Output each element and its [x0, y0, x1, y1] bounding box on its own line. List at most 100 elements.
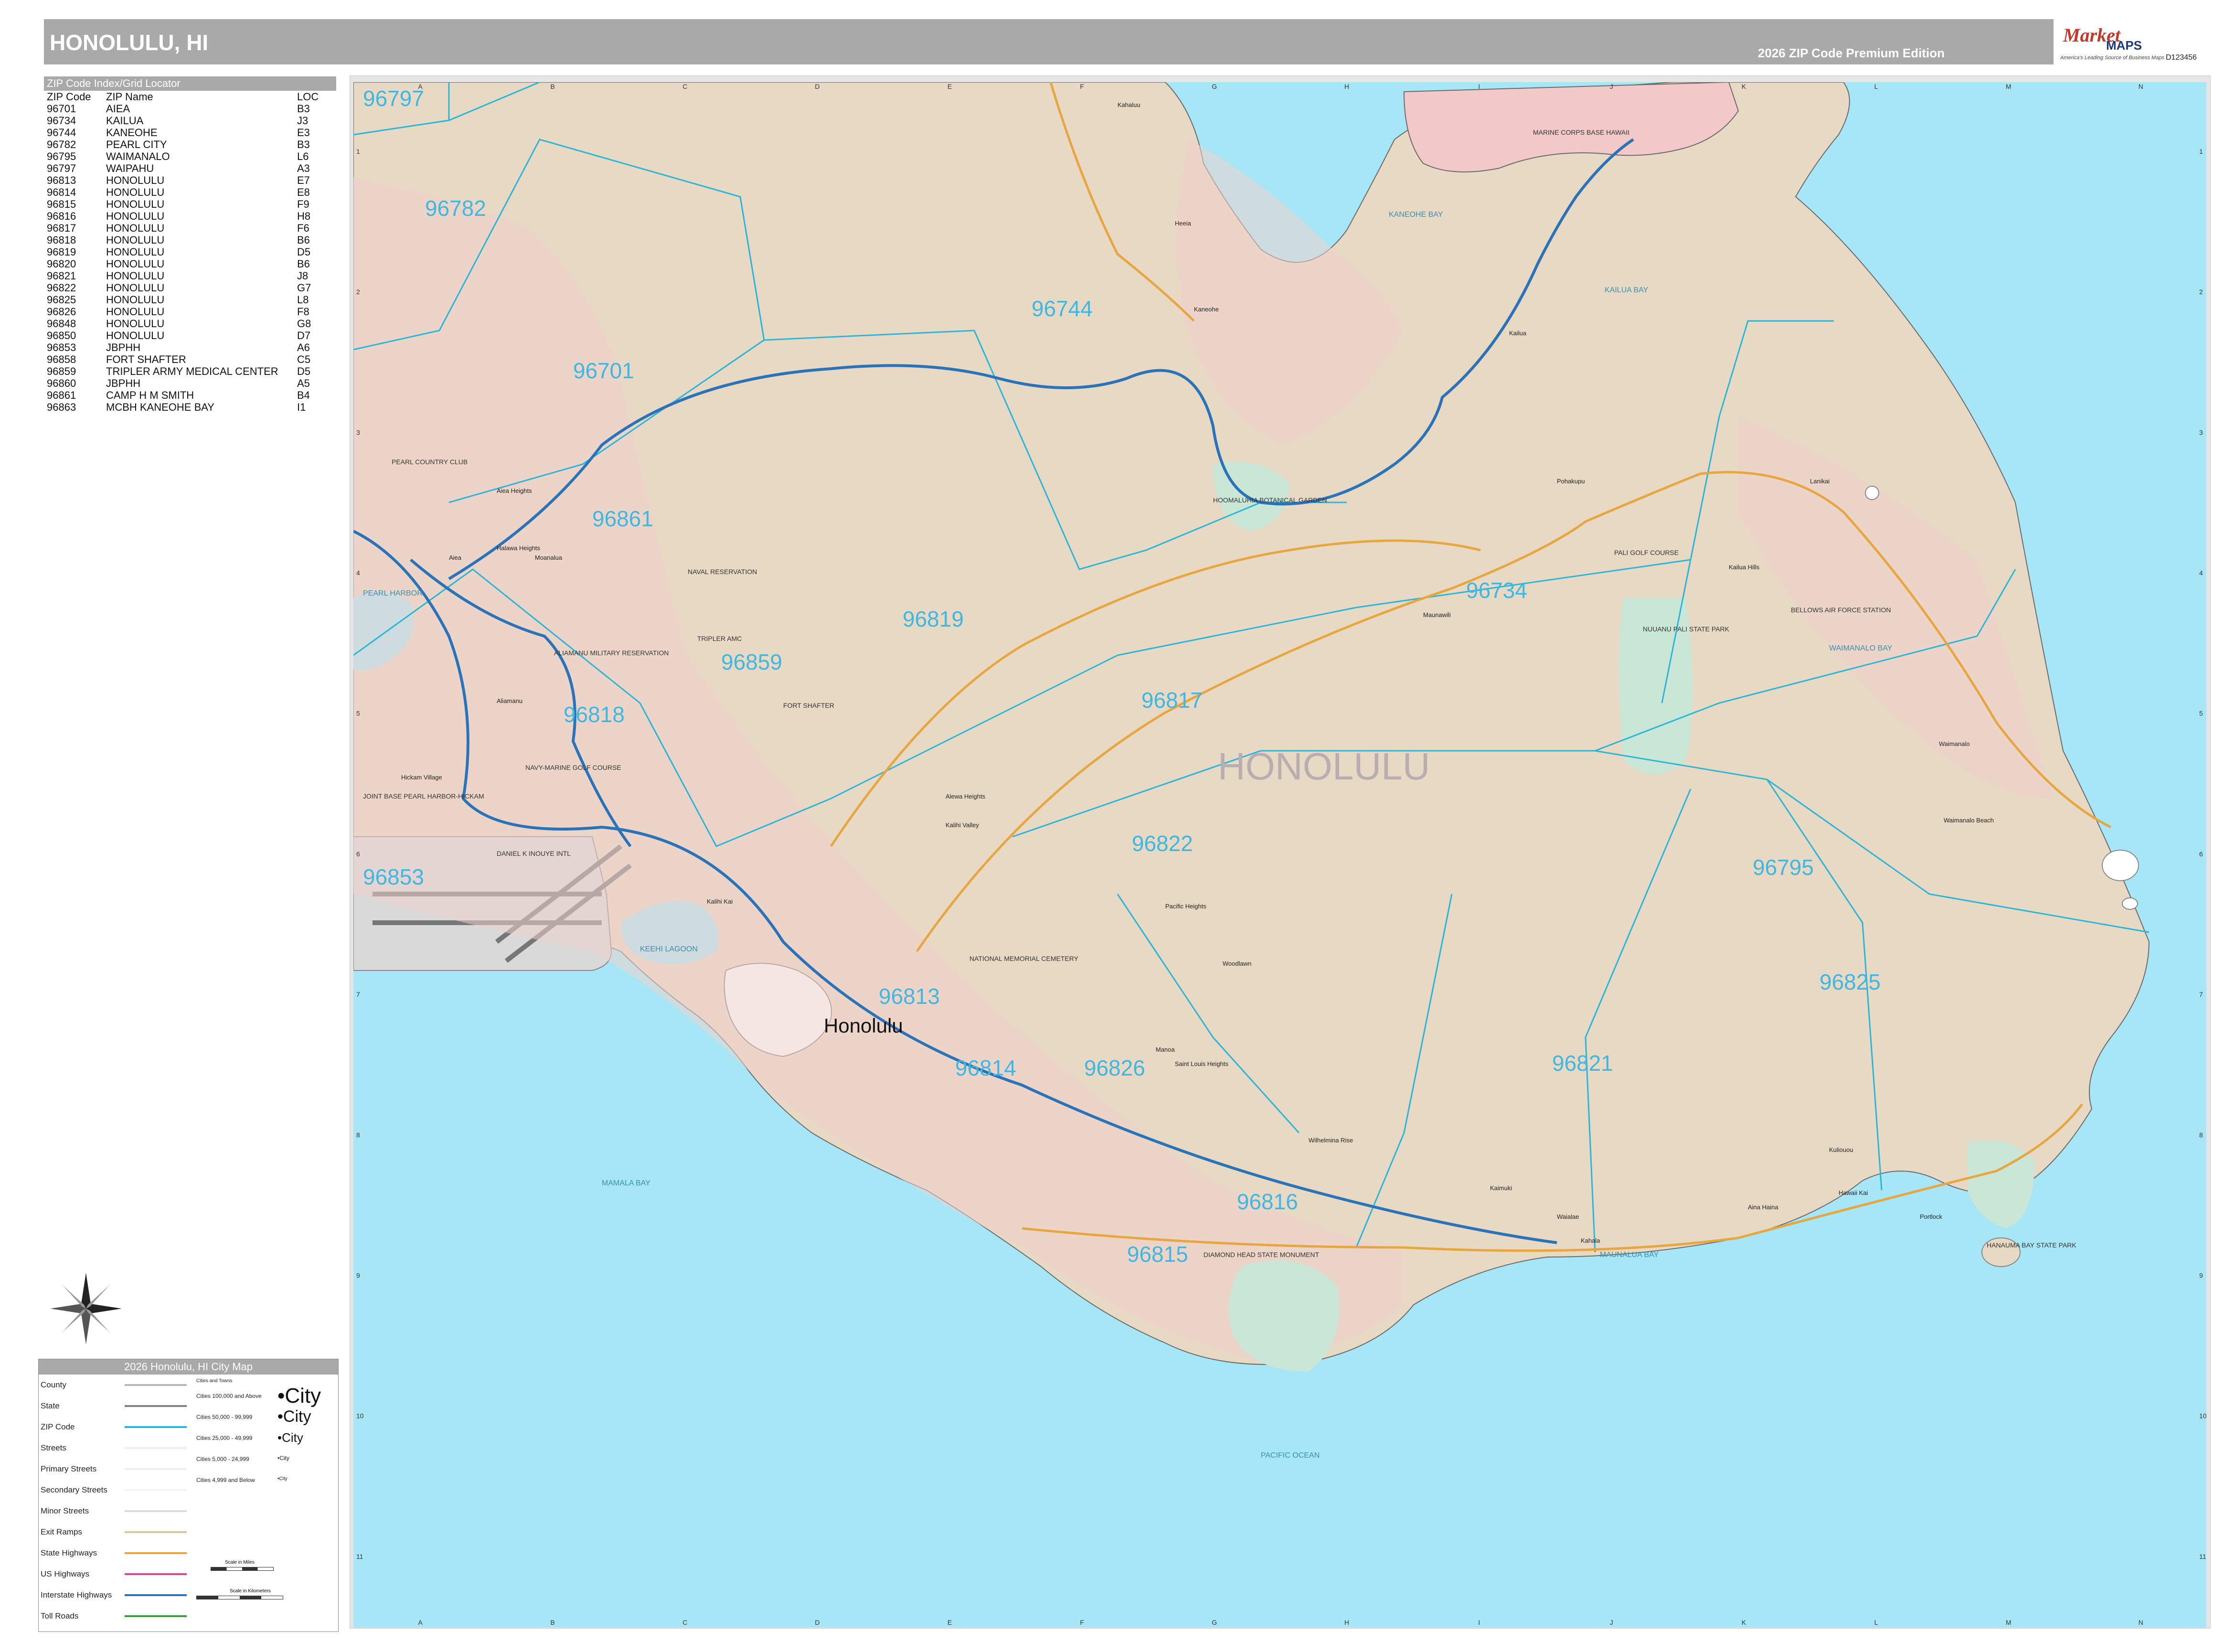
- feature-label: HANAUMA BAY STATE PARK: [1987, 1241, 2076, 1249]
- grid-loc-cell: L6: [297, 150, 309, 162]
- legend-item-label: Interstate Highways: [41, 1590, 112, 1599]
- zip-index-row: 96817 HONOLULU F6: [44, 222, 336, 234]
- grid-loc-cell: D5: [297, 365, 311, 377]
- legend-item-swatch: [125, 1447, 187, 1449]
- zip-label: 96734: [1466, 578, 1527, 603]
- island: [2122, 897, 2138, 910]
- city-class-sample: •City: [277, 1430, 303, 1445]
- feature-label: JOINT BASE PEARL HARBOR-HICKAM: [363, 792, 484, 800]
- zip-label: 96782: [425, 196, 486, 221]
- feature-label: PEARL COUNTRY CLUB: [392, 458, 468, 466]
- feature-label: BELLOWS AIR FORCE STATION: [1791, 606, 1891, 614]
- grid-loc-cell: G8: [297, 318, 311, 330]
- grid-loc-cell: F9: [297, 198, 309, 210]
- grid-column-label: C: [682, 83, 687, 90]
- zip-name-cell: HONOLULU: [106, 306, 165, 318]
- zip-index-row: 96853 JBPHH A6: [44, 341, 336, 353]
- legend-item-swatch: [125, 1531, 187, 1533]
- zip-label: 96826: [1084, 1055, 1145, 1080]
- zip-code-cell: 96858: [47, 353, 76, 365]
- zip-name-cell: HONOLULU: [106, 210, 165, 222]
- zip-code-cell: 96816: [47, 210, 76, 222]
- zip-code-cell: 96782: [47, 139, 76, 150]
- zip-code-cell: 96825: [47, 294, 76, 306]
- city-class-sample: •City: [277, 1384, 321, 1407]
- zip-index-row: 96825 HONOLULU L8: [44, 294, 336, 306]
- map-legend: 2026 Honolulu, HI City Map County State ZI…: [38, 1359, 339, 1632]
- grid-loc-cell: B3: [297, 103, 310, 115]
- legend-item-label: County: [41, 1380, 66, 1389]
- city-class-sample: •City: [277, 1455, 289, 1461]
- grid-row-label: 9: [2199, 1271, 2203, 1279]
- grid-row-label: 1: [2199, 148, 2203, 155]
- grid-column-label: I: [1478, 1619, 1480, 1626]
- zip-index-rows: 96701 AIEA B3 96734 KAILUA J3 96744 KANEOHE E3 96…: [44, 103, 336, 413]
- city-class-label: Cities 25,000 - 49,999: [196, 1435, 253, 1441]
- place-label: Kahaluu: [1118, 101, 1140, 108]
- place-label: Hawaii Kai: [1839, 1189, 1868, 1196]
- island: [2102, 850, 2139, 881]
- city-class-sample: •City: [277, 1407, 311, 1426]
- zip-index-row: 96858 FORT SHAFTER C5: [44, 353, 336, 365]
- grid-column-label: H: [1344, 1619, 1349, 1626]
- legend-title: 2026 Honolulu, HI City Map: [39, 1359, 338, 1375]
- grid-loc-cell: D5: [297, 246, 311, 258]
- document-id: D123456: [2166, 53, 2197, 62]
- grid-row-label: 11: [356, 1553, 363, 1560]
- legend-item-swatch: [125, 1384, 187, 1386]
- grid-column-label: F: [1080, 1619, 1084, 1626]
- legend-item-label: Toll Roads: [41, 1611, 79, 1620]
- city-class-label: Cities 100,000 and Above: [196, 1393, 262, 1399]
- place-label: Wilhelmina Rise: [1309, 1137, 1353, 1144]
- city-map[interactable]: AABBCCDDEEFFGGHHIIJJKKLLMMNN 1 12 23 34 45 56…: [353, 82, 2206, 1628]
- zip-index-row: 96734 KAILUA J3: [44, 115, 336, 127]
- zip-index-row: 96744 KANEOHE E3: [44, 127, 336, 139]
- grid-column-label: M: [2006, 1619, 2012, 1626]
- legend-item-swatch: [125, 1468, 187, 1470]
- grid-column-label: N: [2139, 83, 2143, 90]
- grid-loc-cell: H8: [297, 210, 311, 222]
- zip-label: 96821: [1552, 1051, 1613, 1076]
- zip-name-cell: HONOLULU: [106, 270, 165, 282]
- zip-label: 96859: [721, 650, 782, 674]
- zip-index-row: 96813 HONOLULU E7: [44, 174, 336, 186]
- grid-loc-cell: J3: [297, 115, 309, 127]
- zip-index-row: 96859 TRIPLER ARMY MEDICAL CENTER D5: [44, 365, 336, 377]
- zip-name-cell: KAILUA: [106, 115, 144, 127]
- city-class-label: Cities 5,000 - 24,999: [196, 1456, 249, 1462]
- zip-code-cell: 96850: [47, 330, 76, 341]
- title-bar: HONOLULU, HI 2026 ZIP Code Premium Editi…: [44, 19, 2198, 64]
- place-label: Woodlawn: [1223, 960, 1251, 967]
- grid-loc-cell: A3: [297, 162, 310, 174]
- grid-row-label: 8: [356, 1131, 360, 1139]
- zip-name-cell: PEARL CITY: [106, 139, 167, 150]
- zip-name-cell: JBPHH: [106, 341, 141, 353]
- place-label: Pohakupu: [1557, 478, 1585, 485]
- grid-column-label: G: [1212, 1619, 1217, 1626]
- zip-index-row: 96815 HONOLULU F9: [44, 198, 336, 210]
- zip-label: 96825: [1820, 970, 1881, 994]
- grid-row-label: 7: [356, 991, 360, 998]
- grid-column-label: E: [947, 83, 952, 90]
- zip-name-cell: WAIPAHU: [106, 162, 154, 174]
- feature-label: HOOMALUHIA BOTANICAL GARDEN: [1213, 496, 1327, 504]
- place-label: Kailua Hills: [1729, 564, 1760, 571]
- zip-index-row: 96820 HONOLULU B6: [44, 258, 336, 270]
- map-title: HONOLULU, HI: [50, 30, 209, 55]
- grid-loc-cell: B6: [297, 234, 310, 246]
- place-label: Kailua: [1509, 330, 1527, 337]
- grid-column-label: H: [1344, 83, 1349, 90]
- grid-row-label: 10: [356, 1412, 364, 1420]
- zip-index-row: 96797 WAIPAHU A3: [44, 162, 336, 174]
- scale-miles-label: Scale in Miles: [225, 1560, 255, 1565]
- zip-code-cell: 96822: [47, 282, 76, 294]
- grid-row-label: 5: [2199, 710, 2203, 717]
- column-header: ZIP Name: [106, 91, 153, 103]
- grid-row-label: 6: [356, 850, 360, 858]
- feature-label: DANIEL K INOUYE INTL: [497, 850, 571, 857]
- place-label: Kahala: [1581, 1237, 1600, 1244]
- grid-loc-cell: F8: [297, 306, 309, 318]
- grid-loc-cell: D7: [297, 330, 311, 341]
- zip-label: 96853: [363, 864, 424, 889]
- grid-row-label: 10: [2199, 1412, 2206, 1420]
